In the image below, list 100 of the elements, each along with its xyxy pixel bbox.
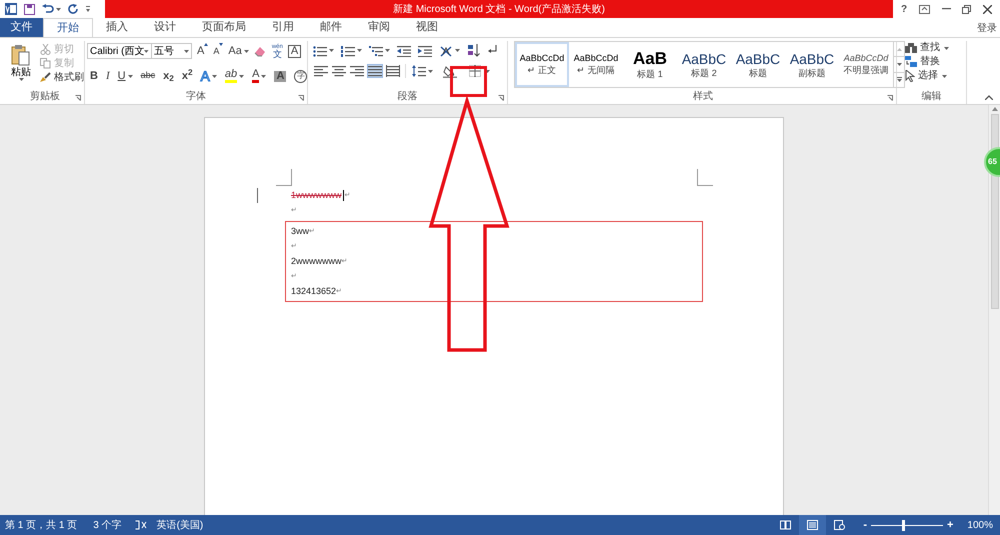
text-cursor (342, 190, 344, 201)
group-label: 段落 (398, 92, 418, 102)
caret-icon (244, 50, 249, 53)
asian-layout-icon[interactable] (439, 44, 453, 56)
undo-icon[interactable] (42, 4, 54, 14)
help-button[interactable]: ? (901, 2, 908, 16)
align-button[interactable] (331, 64, 347, 78)
font-size-field[interactable]: 五号 (152, 43, 192, 60)
zoom-out-button[interactable]: - (863, 516, 867, 534)
format-button[interactable]: A (213, 43, 224, 60)
ribbon-tab[interactable]: 视图 (403, 18, 451, 37)
redo-icon[interactable] (68, 4, 79, 14)
paragraph-text: 3ww (291, 227, 310, 236)
dialog-launcher-icon[interactable] (298, 95, 304, 101)
zoom-slider[interactable] (870, 520, 943, 530)
font-name-field[interactable]: Calibri (西文 (87, 43, 152, 60)
eraser-icon[interactable] (254, 45, 267, 58)
collapse-ribbon-icon[interactable] (985, 95, 993, 100)
view-button[interactable] (799, 515, 826, 535)
align-icon (386, 65, 400, 77)
clipboard-button[interactable]: 格式刷 (40, 72, 84, 83)
group-label: 编辑 (922, 92, 942, 102)
scrollbar[interactable] (988, 105, 1000, 515)
format-button[interactable]: Aa (228, 43, 242, 60)
shrink-arrow-icon (219, 43, 224, 46)
format-button[interactable]: ab (224, 69, 238, 83)
save-icon[interactable] (24, 4, 35, 14)
dialog-launcher-icon[interactable] (887, 95, 893, 101)
align-button[interactable] (349, 64, 365, 78)
format-button[interactable]: x$_{2}$ (163, 68, 174, 84)
paragraph-text: 1wwwwwww (291, 191, 342, 200)
style-item[interactable]: AaBbC 标题 (731, 42, 785, 87)
paste-button[interactable]: 粘贴 (6, 41, 36, 90)
caret-icon (261, 74, 266, 78)
ribbon-tab[interactable]: 设计 (141, 18, 189, 37)
format-button[interactable]: A (252, 69, 260, 83)
dialog-launcher-icon[interactable] (498, 95, 504, 101)
minimize-icon[interactable] (942, 8, 951, 10)
ribbon-tab[interactable]: 页面布局 (189, 18, 259, 37)
caret-icon (56, 8, 61, 10)
format-button[interactable]: 字 (294, 70, 308, 82)
app-icon[interactable] (5, 3, 17, 15)
format-button[interactable]: A (288, 44, 302, 58)
style-item[interactable]: AaB 标题 1 (623, 42, 677, 87)
caret-icon (485, 70, 490, 72)
ribbon-tab[interactable]: 审阅 (355, 18, 403, 37)
zoom-thumb[interactable] (902, 520, 906, 530)
align-button[interactable] (367, 64, 383, 78)
shading-icon[interactable] (443, 64, 457, 78)
style-item[interactable]: AaBbCcDd ↵ 无间隔 (569, 42, 623, 87)
editing-button[interactable]: 替换 (905, 56, 940, 67)
align-button[interactable] (385, 64, 401, 78)
format-button[interactable]: abc (140, 69, 156, 83)
align-button[interactable] (313, 64, 329, 78)
style-item[interactable]: AaBbC 副标题 (785, 42, 839, 87)
caret-icon (455, 49, 460, 52)
ribbon-tab[interactable]: 开始 (43, 18, 93, 37)
decrease-indent-icon (397, 44, 411, 56)
paragraph-mark-icon[interactable] (488, 45, 498, 56)
align-icon (314, 65, 328, 77)
paragraph-text: 2wwwwwww (291, 257, 342, 266)
scroll-up-icon[interactable] (992, 107, 998, 111)
crop-mark (697, 169, 713, 186)
borders-icon[interactable] (469, 65, 481, 77)
style-item[interactable]: AaBbCcDd 不明显强调 (839, 42, 893, 87)
proofing-icon[interactable] (134, 520, 147, 530)
brush-icon (40, 72, 51, 83)
style-item[interactable]: AaBbC 标题 2 (677, 42, 731, 87)
close-icon[interactable] (982, 4, 992, 14)
format-button[interactable]: x$^{2}$ (182, 68, 193, 84)
caret-icon (212, 74, 217, 78)
dialog-launcher-icon[interactable] (75, 95, 81, 101)
ribbon-tab[interactable]: 引用 (259, 18, 307, 37)
crop-mark (276, 169, 292, 186)
zoom-percent[interactable]: 100% (967, 518, 993, 532)
paragraph-text: 132413652 (291, 287, 336, 296)
sign-in-link[interactable]: 登录 (977, 20, 997, 37)
editing-button[interactable]: 查找 (905, 43, 940, 53)
format-button[interactable]: A (197, 43, 208, 60)
customize-icon[interactable] (86, 6, 90, 12)
align-icon (368, 65, 382, 77)
ribbon-tab[interactable]: 邮件 (307, 18, 355, 37)
format-button[interactable]: U (118, 68, 126, 84)
caret-icon (942, 74, 947, 78)
format-button[interactable]: A (200, 66, 210, 86)
zoom-in-button[interactable]: + (946, 516, 954, 534)
ribbon-tab[interactable]: 文件 (0, 18, 43, 37)
editing-button[interactable]: 选择 (905, 70, 938, 82)
caret-icon (428, 70, 433, 72)
format-button[interactable]: I (106, 68, 110, 84)
caret-icon (329, 49, 334, 52)
caret-icon (944, 46, 949, 50)
style-item[interactable]: AaBbCcDd ↵ 正文 (515, 42, 569, 87)
restore-icon[interactable] (962, 4, 972, 14)
ribbon-display-icon[interactable] (918, 4, 930, 14)
group-label: 字体 (186, 92, 206, 102)
sort-icon[interactable] (467, 44, 481, 57)
ribbon-tab[interactable]: 插入 (93, 18, 141, 37)
format-button[interactable]: B (90, 68, 98, 84)
caret-icon (184, 50, 189, 53)
